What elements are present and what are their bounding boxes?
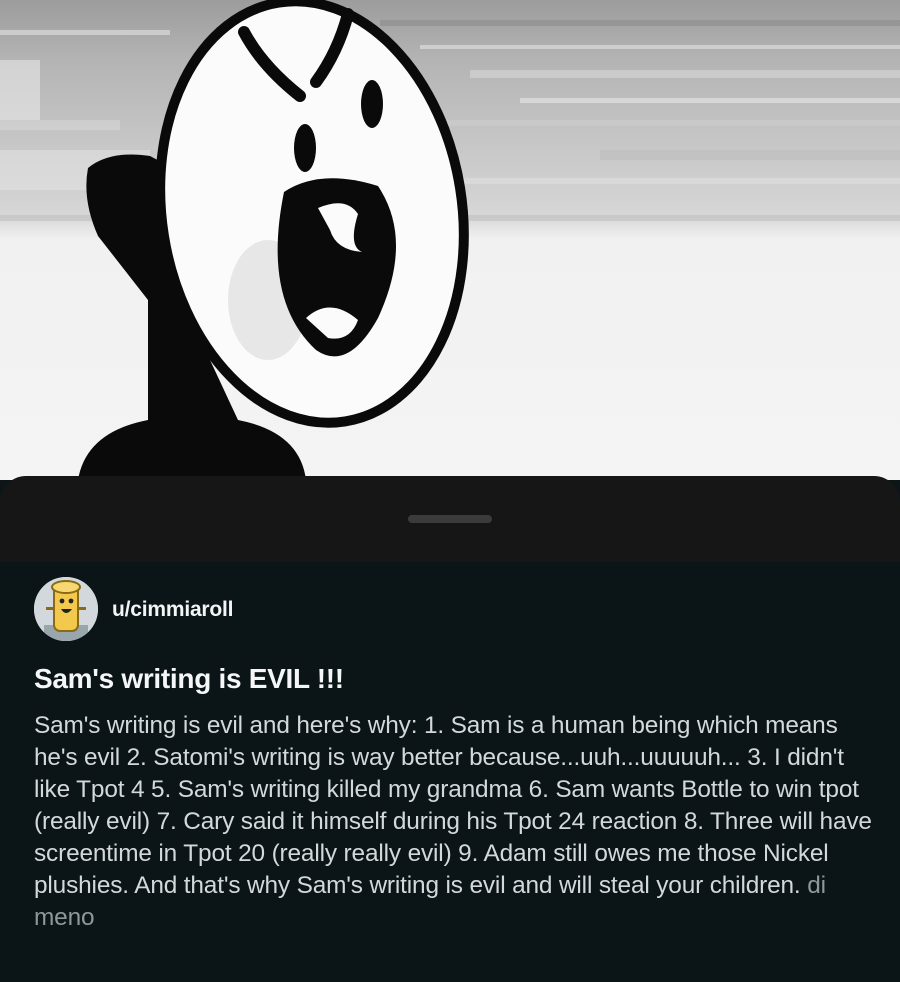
drag-handle-icon[interactable] [408,515,492,523]
post-body-text: Sam's writing is evil and here's why: 1.… [34,712,872,899]
angry-character-image [0,0,900,480]
user-avatar[interactable] [34,577,98,641]
post-media-image[interactable] [0,0,900,480]
toast-character-avatar-icon [34,577,98,641]
post-body: Sam's writing is evil and here's why: 1.… [34,710,874,934]
post-title: Sam's writing is EVIL !!! [34,663,344,694]
post-username[interactable]: u/cimmiaroll [112,598,234,622]
